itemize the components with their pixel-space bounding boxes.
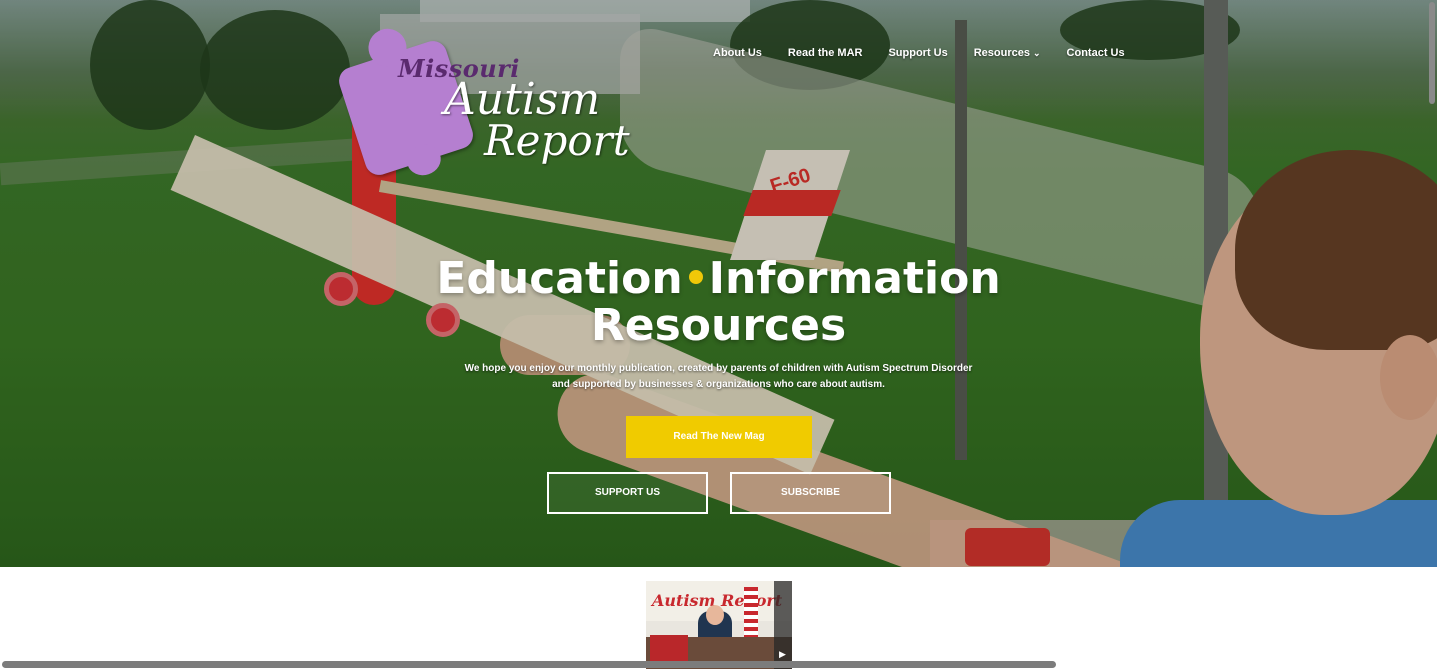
thumbnail-speaker-face [706,605,724,625]
nav-item-resources[interactable]: Resources ⌄ [961,45,1054,61]
nav-item-read-the-mar[interactable]: Read the MAR [775,45,876,61]
play-icon[interactable]: ▶ [779,649,786,660]
thumbnail-flag [744,587,758,637]
nav-item-about-us[interactable]: About Us [700,45,775,61]
main-navigation: About Us Read the MAR Support Us Resourc… [700,45,1138,61]
nav-item-label: Read the MAR [787,47,863,59]
nav-item-label: Support Us [888,47,948,59]
nav-item-label: About Us [713,47,762,59]
vertical-scrollbar[interactable] [1429,2,1435,104]
subscribe-button[interactable]: SUBSCRIBE [730,472,891,514]
headline-resources: Resources [590,300,847,351]
hero-headline: Education Information Resources [0,255,1437,349]
horizontal-scrollbar[interactable] [2,661,1056,668]
hero-tagline: We hope you enjoy our monthly publicatio… [0,361,1437,393]
nav-item-contact-us[interactable]: Contact Us [1054,45,1138,61]
nav-item-label: Resources [973,47,1030,59]
tagline-line: We hope you enjoy our monthly publicatio… [464,363,973,374]
support-us-button[interactable]: SUPPORT US [547,472,708,514]
nav-item-label: Contact Us [1066,47,1125,59]
tagline-line: and supported by businesses & organizati… [552,379,885,390]
headline-education: Education [436,253,683,304]
nav-item-support-us[interactable]: Support Us [875,45,960,61]
headline-separator-dot [688,270,703,284]
read-new-mag-button[interactable]: Read The New Mag [626,416,812,458]
site-logo[interactable]: Missouri Autism Report [335,34,630,179]
logo-text-report: Report [484,116,630,165]
page: F-60 Missouri Autism Report About Us Rea… [0,0,1437,669]
headline-information: Information [708,253,1001,304]
magazine-video-thumbnail[interactable]: Autism Report ▶ [646,581,792,669]
chevron-down-icon: ⌄ [1033,48,1041,58]
